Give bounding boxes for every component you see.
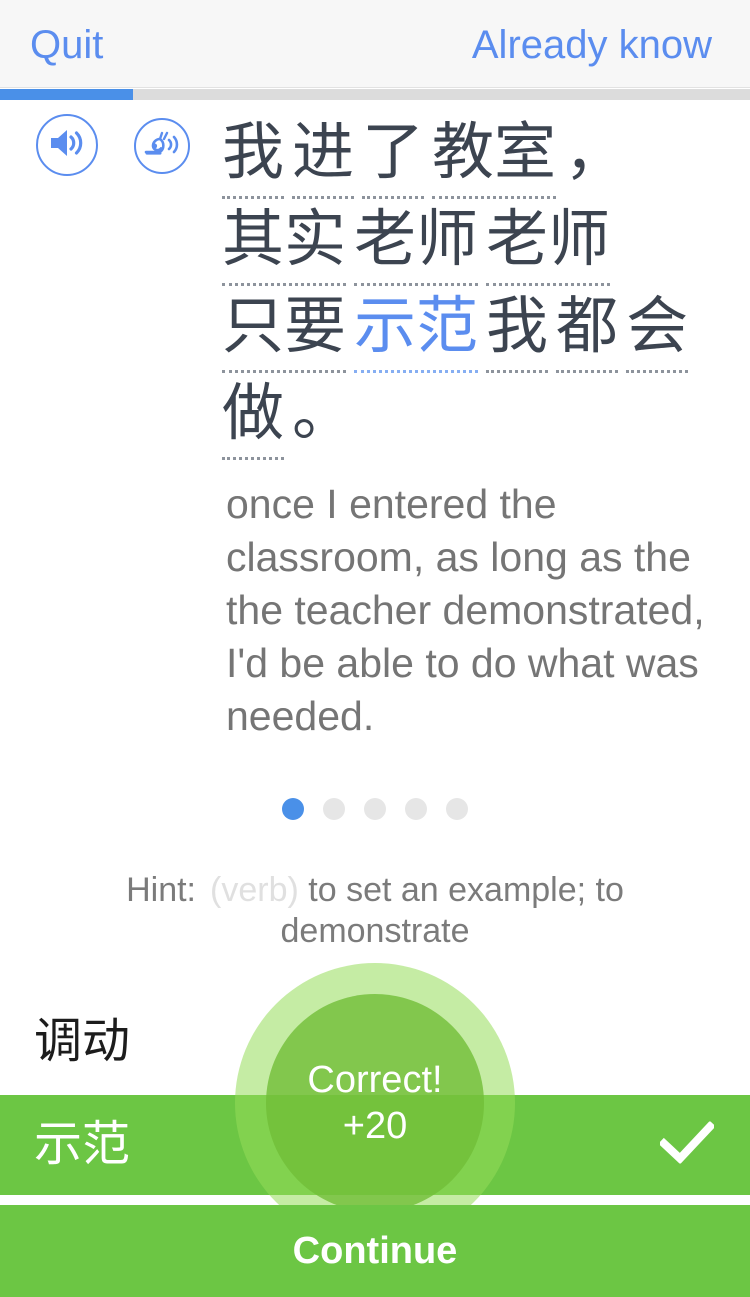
answer-option-row[interactable]: 示范 [0, 1095, 750, 1200]
sentence-word[interactable]: 老师 [486, 199, 611, 286]
sentence-word[interactable]: 只要 [222, 286, 347, 373]
answer-option-label: 示范 [34, 1118, 131, 1171]
top-bar: Quit Already know [0, 0, 750, 88]
hint-part-of-speech: (verb) [210, 871, 299, 909]
sentence-word[interactable]: 做 [222, 373, 285, 460]
sentence-translation: once I entered the classroom, as long as… [226, 481, 705, 739]
hint-text: Hint: (verb) to set an example; to demons… [60, 870, 690, 952]
sentence-word[interactable]: 我 [486, 286, 549, 373]
progress-bar-fill [0, 89, 134, 100]
sentence-word[interactable]: 教室 [432, 112, 557, 199]
already-know-button[interactable]: Already know [472, 20, 712, 70]
sentence-word-highlighted[interactable]: 示范 [354, 286, 479, 373]
sentence-word[interactable]: 了 [362, 112, 425, 199]
progress-dots [0, 798, 750, 820]
snail-speaker-icon [144, 130, 180, 163]
progress-dot [282, 798, 304, 820]
continue-button[interactable]: Continue [0, 1205, 750, 1297]
answer-option-label: 调动 [34, 1014, 131, 1068]
progress-dot [405, 798, 427, 820]
sentence-word[interactable]: 会 [626, 286, 689, 373]
sentence-word[interactable]: 其实 [222, 199, 347, 286]
progress-dot [323, 798, 345, 820]
hint-definition: to set an example; to demonstrate [280, 871, 624, 950]
checkmark-icon [658, 1120, 716, 1169]
sentence-word[interactable]: 进 [292, 112, 355, 199]
progress-bar-track [0, 89, 750, 100]
sentence-punctuation: ， [564, 118, 627, 187]
target-sentence: 我进了教室 ，其实 老师 老师只要 示范我都会做。 [222, 112, 727, 460]
play-slow-audio-button[interactable] [134, 118, 190, 174]
play-audio-button[interactable] [36, 114, 98, 176]
progress-dot [364, 798, 386, 820]
progress-dot [446, 798, 468, 820]
hint-label: Hint: [126, 871, 197, 909]
answer-options: 调动 示范 [0, 988, 750, 1200]
sentence-word[interactable]: 都 [556, 286, 619, 373]
sentence-punctuation: 。 [292, 379, 355, 448]
speaker-icon [49, 128, 85, 163]
quit-button[interactable]: Quit [30, 20, 103, 70]
answer-option-row[interactable]: 调动 [0, 988, 750, 1095]
sentence-word[interactable]: 老师 [354, 199, 479, 286]
sentence-word[interactable]: 我 [222, 112, 285, 199]
